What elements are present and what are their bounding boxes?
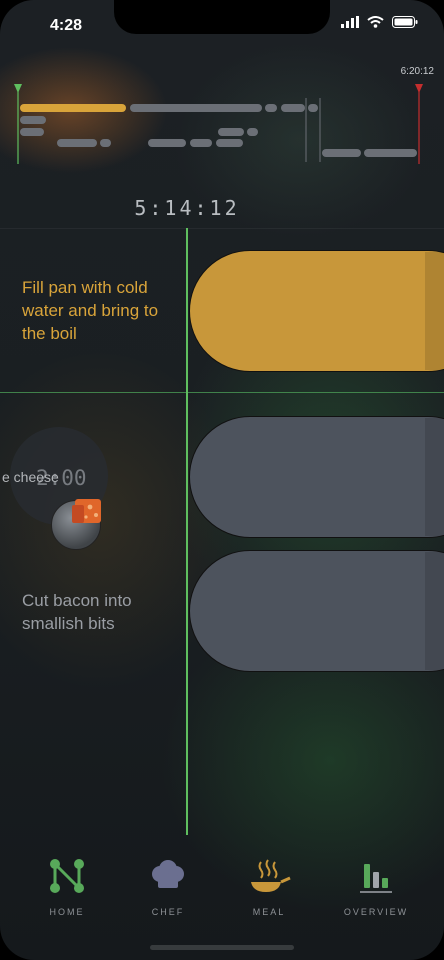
timeline-bar[interactable] [20, 128, 44, 136]
task-bar-active[interactable] [189, 250, 444, 372]
timeline-bar-active[interactable] [20, 104, 126, 112]
elapsed-clock: 5:14:12 [134, 196, 240, 220]
task-label: Cut bacon into smallish bits [22, 591, 132, 633]
timeline-bar[interactable] [308, 104, 318, 112]
bar-chart-icon [360, 864, 392, 893]
wifi-icon [367, 16, 384, 28]
bottom-nav: HOME CHEF MEAL OVERVIEW [0, 856, 444, 936]
timeline-bar[interactable] [190, 139, 212, 147]
battery-icon [392, 16, 418, 28]
nav-label: CHEF [151, 907, 185, 917]
phone-screen: 4:28 6:20:12 5:14:12 Fill pan with cold … [0, 0, 444, 960]
home-indicator[interactable] [150, 945, 294, 950]
timeline-separator [0, 228, 444, 229]
timeline-bar[interactable] [20, 116, 46, 124]
timeline-bar[interactable] [364, 149, 417, 157]
timeline-bar[interactable] [265, 104, 277, 112]
timeline-bar[interactable] [148, 139, 186, 147]
notch [114, 0, 330, 34]
timeline-bar[interactable] [247, 128, 258, 136]
status-icons [341, 16, 418, 28]
task-bar[interactable] [189, 550, 444, 672]
nav-chef[interactable]: CHEF [118, 856, 218, 917]
status-time: 4:28 [50, 17, 83, 34]
nav-overview[interactable]: OVERVIEW [326, 856, 426, 917]
current-time-line [186, 228, 188, 835]
timeline-bar[interactable] [57, 139, 97, 147]
home-network-icon [50, 859, 84, 893]
timeline-bar[interactable] [100, 139, 111, 147]
task-bar-edge [425, 418, 444, 536]
task-bar-edge [425, 552, 444, 670]
nav-label: HOME [49, 907, 85, 917]
timeline-bar[interactable] [322, 149, 361, 157]
drag-task-label: e cheese [2, 469, 59, 485]
nav-label: MEAL [252, 907, 286, 917]
cheese-icon [72, 499, 101, 523]
task-bar-edge [425, 252, 444, 370]
timeline-bar[interactable] [218, 128, 244, 136]
nav-home[interactable]: HOME [17, 856, 117, 917]
nav-meal[interactable]: MEAL [219, 856, 319, 917]
chef-hat-icon [152, 860, 184, 888]
task-label: Fill pan with cold water and bring to th… [22, 278, 159, 343]
current-row-line [0, 392, 444, 393]
signal-icon [341, 16, 359, 28]
pan-icon [251, 859, 291, 892]
timeline-bar[interactable] [216, 139, 243, 147]
task-bar[interactable] [189, 416, 444, 538]
nav-label: OVERVIEW [343, 907, 409, 917]
timeline-bar[interactable] [130, 104, 262, 112]
timeline-bar[interactable] [281, 104, 305, 112]
